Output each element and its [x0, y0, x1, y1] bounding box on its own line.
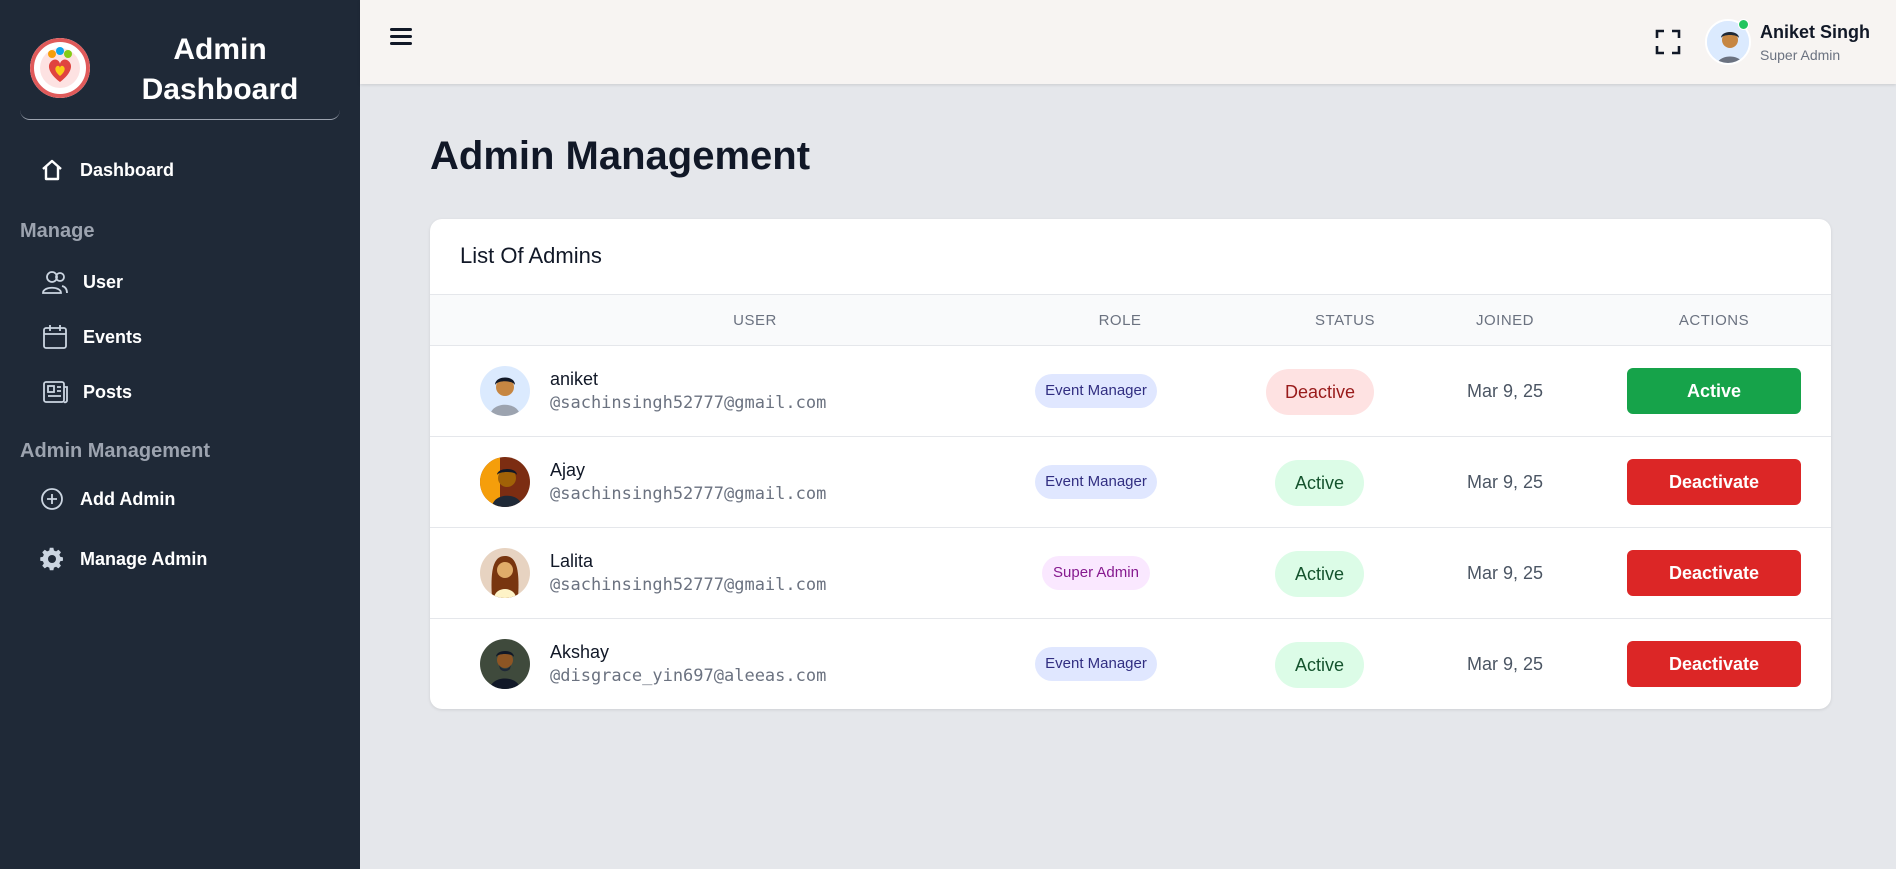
brand-logo [30, 38, 90, 98]
sidebar-item-label: Events [83, 326, 143, 347]
column-header-joined: JOINED [1475, 312, 1534, 329]
joined-date: Mar 9, 25 [1466, 563, 1544, 583]
status-badge: Active [1275, 642, 1364, 688]
fullscreen-icon[interactable] [1655, 29, 1681, 55]
column-header-status: STATUS [1315, 312, 1375, 329]
page-title: Admin Management [430, 134, 811, 178]
user-email: @sachinsingh52777@gmail.com [550, 393, 827, 413]
role-badge: Event Manager [1035, 647, 1157, 681]
sidebar: Admin Dashboard Dashboard Manage User Ev… [0, 0, 360, 869]
user-name: aniket [550, 369, 599, 389]
avatar [480, 366, 530, 416]
status-badge: Active [1275, 551, 1364, 597]
profile-role: Super Admin [1760, 47, 1841, 63]
role-badge: Event Manager [1035, 374, 1157, 408]
online-status-dot [1738, 19, 1749, 30]
avatar [480, 457, 530, 507]
column-header-role: ROLE [1098, 312, 1142, 329]
table-row: Lalita @sachinsingh52777@gmail.com Super… [430, 528, 1831, 619]
user-name: Ajay [550, 460, 586, 480]
users-icon [41, 268, 69, 296]
sidebar-item-events[interactable]: Events [41, 323, 142, 351]
user-email: @sachinsingh52777@gmail.com [550, 575, 827, 595]
deactivate-button[interactable]: Deactivate [1627, 641, 1801, 687]
sidebar-item-posts[interactable]: Posts [41, 378, 132, 406]
activate-button[interactable]: Active [1627, 368, 1801, 414]
status-badge: Deactive [1266, 369, 1374, 415]
status-badge: Active [1275, 460, 1364, 506]
sidebar-item-add-admin[interactable]: Add Admin [38, 485, 175, 513]
column-header-actions: ACTIONS [1678, 312, 1750, 329]
avatar [480, 548, 530, 598]
sidebar-item-user[interactable]: User [41, 268, 123, 296]
table-row: Ajay @sachinsingh52777@gmail.com Event M… [430, 437, 1831, 528]
sidebar-item-label: Add Admin [80, 488, 176, 509]
joined-date: Mar 9, 25 [1466, 472, 1544, 492]
profile-name: Aniket Singh [1760, 22, 1871, 42]
role-badge: Event Manager [1035, 465, 1157, 499]
home-icon [38, 156, 66, 184]
column-header-user: USER [733, 312, 777, 329]
sidebar-item-label: Manage Admin [80, 548, 208, 569]
sidebar-item-manage-admin[interactable]: Manage Admin [38, 545, 207, 573]
joined-date: Mar 9, 25 [1466, 654, 1544, 674]
brand: Admin Dashboard [20, 24, 340, 120]
avatar [480, 639, 530, 689]
calendar-icon [41, 323, 69, 351]
sidebar-item-dashboard[interactable]: Dashboard [38, 156, 174, 184]
sidebar-item-label: User [83, 271, 124, 292]
table-header: USER ROLE STATUS JOINED ACTIONS [430, 294, 1831, 346]
table-row: Akshay @disgrace_yin697@aleeas.com Event… [430, 619, 1831, 709]
user-email: @sachinsingh52777@gmail.com [550, 484, 827, 504]
sidebar-item-label: Dashboard [80, 159, 175, 180]
newspaper-icon [41, 378, 69, 406]
user-email: @disgrace_yin697@aleeas.com [550, 666, 827, 686]
gear-icon [38, 545, 66, 573]
joined-date: Mar 9, 25 [1466, 381, 1544, 401]
user-name: Akshay [550, 642, 610, 662]
brand-title: Admin Dashboard [141, 33, 299, 106]
plus-circle-icon [38, 485, 66, 513]
user-name: Lalita [550, 551, 594, 571]
admins-card: List Of Admins USER ROLE STATUS JOINED A… [430, 219, 1831, 709]
topbar: Aniket Singh Super Admin [360, 0, 1896, 84]
card-title: List Of Admins [460, 243, 602, 268]
sidebar-item-label: Posts [83, 381, 133, 402]
deactivate-button[interactable]: Deactivate [1627, 550, 1801, 596]
table-row: aniket @sachinsingh52777@gmail.com Event… [430, 346, 1831, 437]
menu-toggle-icon[interactable] [390, 28, 412, 50]
section-label-admin-management: Admin Management [20, 440, 211, 462]
role-badge: Super Admin [1042, 556, 1150, 590]
section-label-manage: Manage [20, 220, 95, 242]
deactivate-button[interactable]: Deactivate [1627, 459, 1801, 505]
